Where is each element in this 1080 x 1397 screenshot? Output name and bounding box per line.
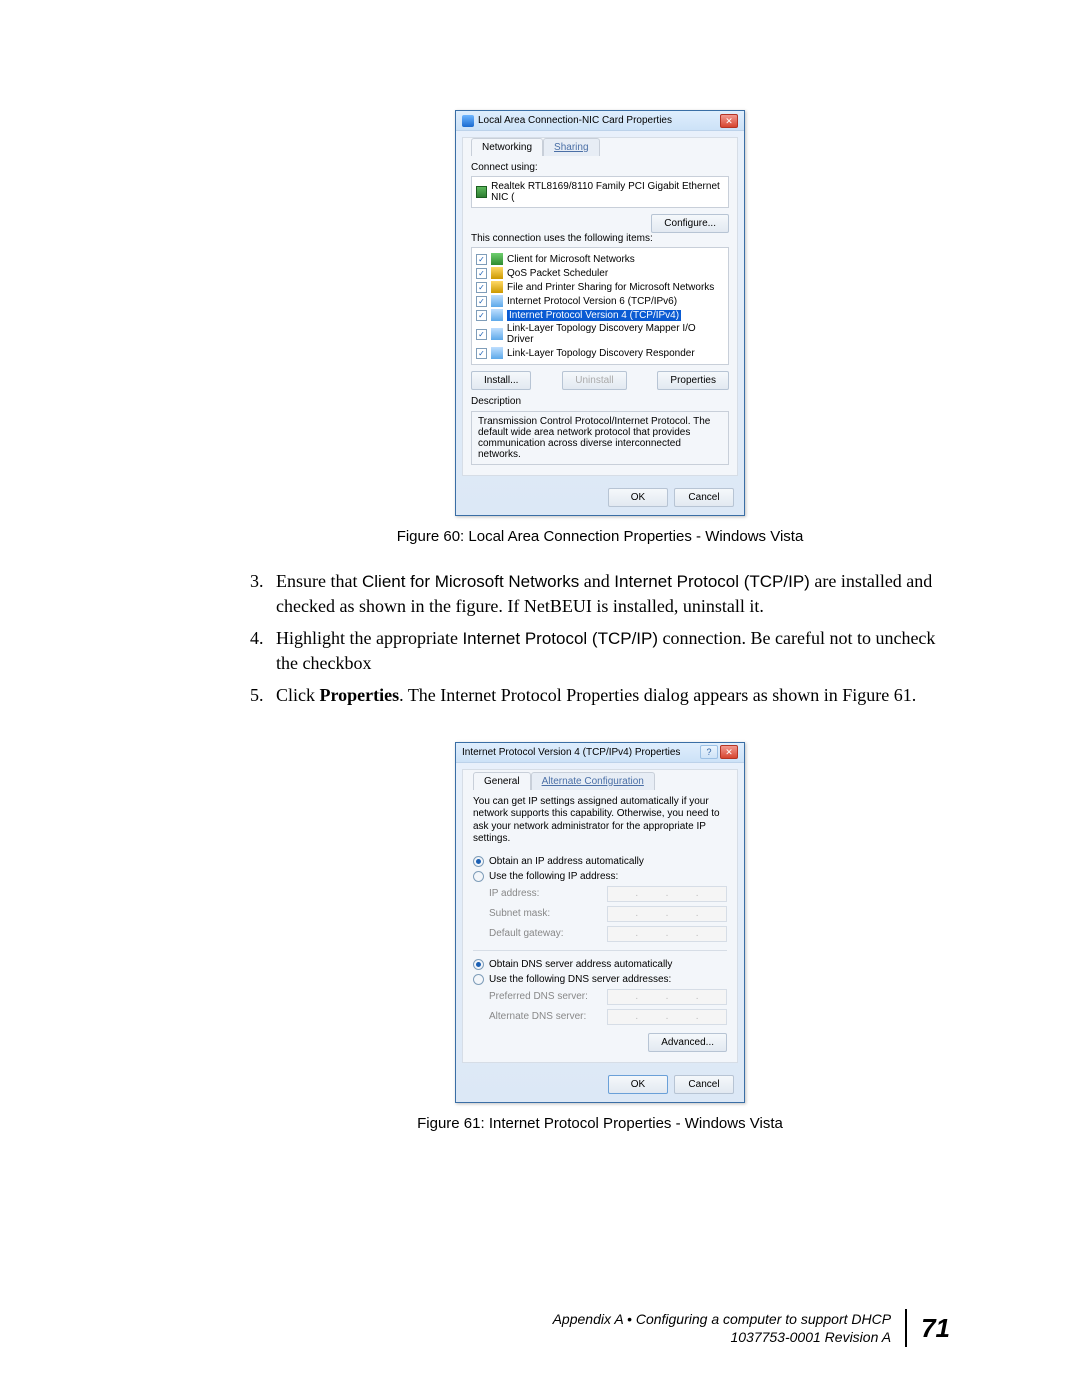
list-item-selected[interactable]: ✓Internet Protocol Version 4 (TCP/IPv4) — [476, 308, 724, 322]
checkbox-icon[interactable]: ✓ — [476, 348, 487, 359]
dialog-title: Local Area Connection-NIC Card Propertie… — [478, 115, 672, 126]
checkbox-icon[interactable]: ✓ — [476, 310, 487, 321]
step-4: 4. Highlight the appropriate Internet Pr… — [250, 626, 950, 675]
list-item[interactable]: ✓File and Printer Sharing for Microsoft … — [476, 280, 724, 294]
checkbox-icon[interactable]: ✓ — [476, 296, 487, 307]
figure-caption: Figure 61: Internet Protocol Properties … — [250, 1115, 950, 1132]
radio-static-dns[interactable]: Use the following DNS server addresses: — [473, 974, 727, 985]
ok-button[interactable]: OK — [608, 1075, 668, 1094]
instruction-list: 3. Ensure that Client for Microsoft Netw… — [250, 569, 950, 708]
radio-obtain-dns[interactable]: Obtain DNS server address automatically — [473, 959, 727, 970]
list-item[interactable]: ✓Link-Layer Topology Discovery Responder — [476, 346, 724, 360]
lan-properties-dialog: Local Area Connection-NIC Card Propertie… — [455, 110, 745, 516]
checkbox-icon[interactable]: ✓ — [476, 268, 487, 279]
install-button[interactable]: Install... — [471, 371, 531, 390]
checkbox-icon[interactable]: ✓ — [476, 254, 487, 265]
list-item[interactable]: ✓Client for Microsoft Networks — [476, 252, 724, 266]
radio-obtain-ip[interactable]: Obtain an IP address automatically — [473, 856, 727, 867]
page-number: 71 — [921, 1313, 950, 1344]
connection-items-list[interactable]: ✓Client for Microsoft Networks ✓QoS Pack… — [471, 247, 729, 365]
cancel-button[interactable]: Cancel — [674, 1075, 734, 1094]
protocol-icon — [491, 347, 503, 359]
ok-button[interactable]: OK — [608, 488, 668, 507]
figure-caption: Figure 60: Local Area Connection Propert… — [250, 528, 950, 545]
tab-networking[interactable]: Networking — [471, 138, 543, 156]
properties-button[interactable]: Properties — [657, 371, 729, 390]
cancel-button[interactable]: Cancel — [674, 488, 734, 507]
checkbox-icon[interactable]: ✓ — [476, 329, 487, 340]
adapter-field: Realtek RTL8169/8110 Family PCI Gigabit … — [471, 176, 729, 208]
ip-address-field: IP address:... — [489, 886, 727, 902]
default-gateway-field: Default gateway:... — [489, 926, 727, 942]
description-label: Description — [471, 396, 729, 407]
protocol-icon — [491, 309, 503, 321]
client-icon — [491, 253, 503, 265]
tab-alternate[interactable]: Alternate Configuration — [531, 772, 655, 790]
protocol-icon — [491, 295, 503, 307]
protocol-icon — [491, 328, 503, 340]
radio-icon[interactable] — [473, 974, 484, 985]
checkbox-icon[interactable]: ✓ — [476, 282, 487, 293]
window-icon — [462, 115, 474, 127]
advanced-button[interactable]: Advanced... — [648, 1033, 727, 1052]
step-3: 3. Ensure that Client for Microsoft Netw… — [250, 569, 950, 618]
list-item[interactable]: ✓Link-Layer Topology Discovery Mapper I/… — [476, 322, 724, 346]
alternate-dns-field: Alternate DNS server:... — [489, 1009, 727, 1025]
close-icon[interactable]: ✕ — [720, 745, 738, 759]
tab-sharing[interactable]: Sharing — [543, 138, 599, 156]
uses-items-label: This connection uses the following items… — [471, 233, 729, 244]
adapter-name: Realtek RTL8169/8110 Family PCI Gigabit … — [491, 181, 724, 203]
nic-icon — [476, 186, 487, 198]
info-note: You can get IP settings assigned automat… — [473, 796, 727, 846]
radio-static-ip[interactable]: Use the following IP address: — [473, 871, 727, 882]
help-icon[interactable]: ? — [700, 745, 718, 759]
radio-icon[interactable] — [473, 856, 484, 867]
uninstall-button[interactable]: Uninstall — [562, 371, 626, 390]
list-item[interactable]: ✓Internet Protocol Version 6 (TCP/IPv6) — [476, 294, 724, 308]
connect-using-label: Connect using: — [471, 162, 729, 173]
dialog-titlebar: Internet Protocol Version 4 (TCP/IPv4) P… — [456, 743, 744, 763]
close-icon[interactable]: ✕ — [720, 114, 738, 128]
service-icon — [491, 267, 503, 279]
dialog-titlebar: Local Area Connection-NIC Card Propertie… — [456, 111, 744, 131]
service-icon — [491, 281, 503, 293]
configure-button[interactable]: Configure... — [651, 214, 729, 233]
footer-appendix: Appendix A • Configuring a computer to s… — [553, 1310, 891, 1328]
dialog-title: Internet Protocol Version 4 (TCP/IPv4) P… — [462, 747, 700, 758]
radio-icon[interactable] — [473, 959, 484, 970]
ipv4-properties-dialog: Internet Protocol Version 4 (TCP/IPv4) P… — [455, 742, 745, 1103]
description-text: Transmission Control Protocol/Internet P… — [471, 411, 729, 465]
footer-divider — [905, 1309, 907, 1347]
footer-revision: 1037753-0001 Revision A — [553, 1328, 891, 1346]
list-item[interactable]: ✓QoS Packet Scheduler — [476, 266, 724, 280]
preferred-dns-field: Preferred DNS server:... — [489, 989, 727, 1005]
step-5: 5. Click Properties. The Internet Protoc… — [250, 683, 950, 707]
tab-general[interactable]: General — [473, 772, 531, 790]
page-footer: Appendix A • Configuring a computer to s… — [553, 1309, 950, 1347]
radio-icon[interactable] — [473, 871, 484, 882]
subnet-mask-field: Subnet mask:... — [489, 906, 727, 922]
